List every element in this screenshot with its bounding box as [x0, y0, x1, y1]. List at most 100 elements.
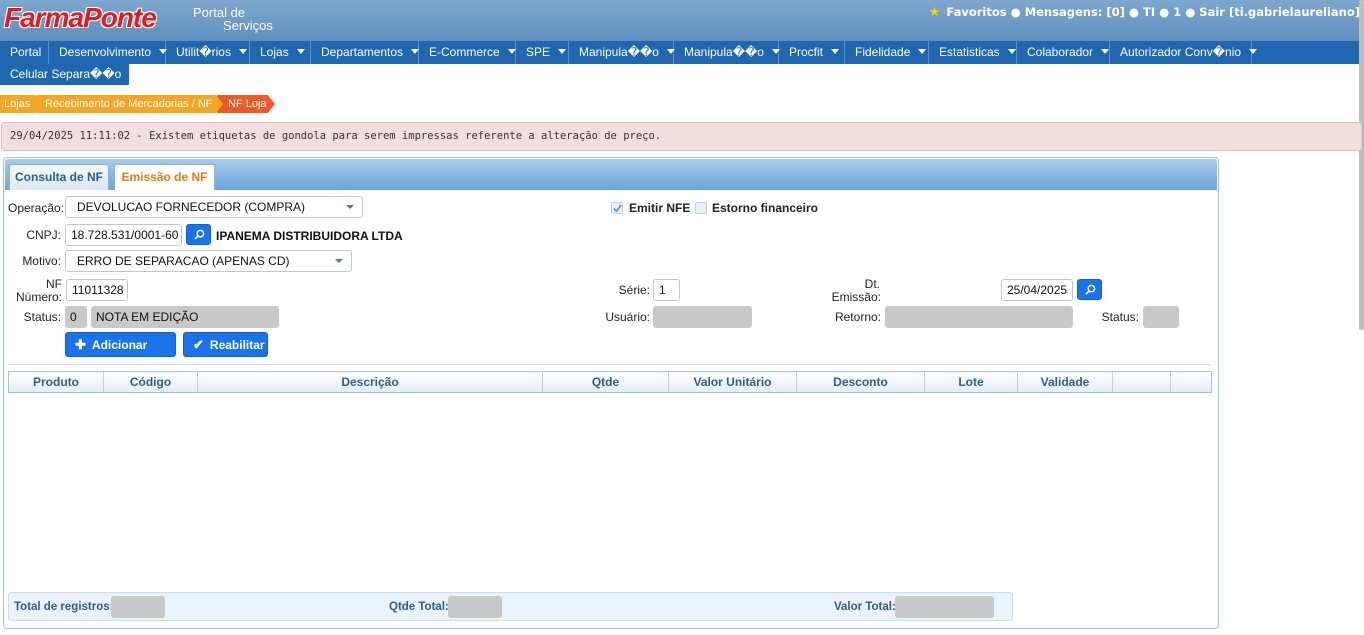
menu-label: Colaborador [1027, 45, 1094, 59]
menu-lojas[interactable]: Lojas [250, 41, 311, 64]
motivo-select[interactable]: ERRO DE SEPARACAO (APENAS CD) [65, 250, 352, 272]
menu-label: SPE [526, 45, 551, 59]
tab-consulta-nf[interactable]: Consulta de NF [9, 164, 109, 190]
menu-celular-separacao[interactable]: Celular Separa��o [0, 64, 138, 85]
operacao-value: DEVOLUCAO FORNECEDOR (COMPRA) [77, 200, 306, 214]
chevron-down-icon [296, 49, 305, 55]
cnpj-search-button[interactable] [186, 224, 211, 245]
menu-procfit[interactable]: Procfit [779, 41, 845, 64]
tab-emissao-nf[interactable]: Emissão de NF [114, 164, 215, 190]
menu-label: Fidelidade [855, 45, 911, 59]
col-descricao[interactable]: Descrição [198, 372, 543, 392]
chevron-down-icon [346, 205, 354, 209]
main-menu-row2: Celular Separa��o [0, 64, 138, 85]
menu-departamentos[interactable]: Departamentos [311, 41, 420, 64]
menu-utilitarios[interactable]: Utilit�rios [166, 41, 250, 64]
chevron-down-icon [1007, 49, 1016, 55]
qtde-total-label: Qtde Total: [389, 601, 449, 613]
col-extra-2[interactable] [1171, 372, 1211, 392]
col-validade[interactable]: Validade [1018, 372, 1113, 392]
col-desconto[interactable]: Desconto [797, 372, 925, 392]
cnpj-input[interactable]: 18.728.531/0001-60 [65, 224, 182, 246]
col-produto[interactable]: Produto [9, 372, 104, 392]
search-icon [1085, 284, 1096, 295]
farmaponte-logo[interactable]: FarmaPonte [4, 2, 157, 34]
sair-link[interactable]: Sair [ti.gabrielaureliano] [1199, 5, 1360, 19]
nf-label-line2: Número: [15, 290, 62, 304]
col-qtde[interactable]: Qtde [543, 372, 669, 392]
chevron-down-icon [238, 49, 247, 55]
reabilitar-button[interactable]: ✔ Reabilitar [183, 332, 268, 357]
dt-emissao-label: Dt. Emissão: [820, 278, 881, 304]
nf-numero-input[interactable]: 11011328 [66, 279, 128, 301]
estorno-financeiro-checkbox[interactable] [695, 202, 707, 214]
menu-manipulacao-2[interactable]: Manipula��o [674, 41, 780, 64]
serie-label: Série: [618, 283, 650, 297]
menu-manipulacao-1[interactable]: Manipula��o [569, 41, 675, 64]
chevron-down-icon [1249, 49, 1258, 55]
chevron-down-icon [558, 49, 567, 55]
menu-spe[interactable]: SPE [516, 41, 569, 64]
status-text: NOTA EM EDIÇÃO [91, 306, 279, 328]
cnpj-label: CNPJ: [26, 228, 61, 242]
chevron-down-icon [129, 71, 138, 77]
grid-footer: Total de registros: Qtde Total: Valor To… [8, 592, 1013, 621]
menu-label: E-Commerce [429, 45, 500, 59]
usuario-label: Usuário: [605, 310, 650, 324]
menu-label: Procfit [789, 45, 824, 59]
loja-number-link[interactable]: 1 [1173, 5, 1181, 19]
ti-link[interactable]: TI [1143, 5, 1155, 19]
operacao-select[interactable]: DEVOLUCAO FORNECEDOR (COMPRA) [65, 196, 363, 218]
portal-title-line2: Serviços [223, 18, 273, 33]
retorno-label: Retorno: [834, 310, 881, 324]
total-registros-value [111, 596, 165, 618]
status-label: Status: [23, 310, 61, 324]
dt-emissao-input[interactable]: 25/04/2025 [1001, 279, 1073, 301]
menu-desenvolvimento[interactable]: Desenvolvimento [49, 41, 168, 64]
top-links: ★ Favoritos ● Mensagens: [0] ● TI ● 1 ● … [929, 5, 1360, 20]
menu-label: Celular Separa��o [10, 67, 122, 81]
plus-icon: ✚ [75, 337, 86, 352]
col-lote[interactable]: Lote [925, 372, 1018, 392]
menu-label: Portal [10, 45, 42, 59]
col-codigo[interactable]: Código [104, 372, 198, 392]
alert-message: 29/04/2025 11:11:02 - Existem etiquetas … [1, 122, 1362, 151]
status2-field [1143, 306, 1179, 328]
menu-ecommerce[interactable]: E-Commerce [419, 41, 516, 64]
menu-autorizador-convenio[interactable]: Autorizador Conv�nio [1110, 41, 1258, 64]
menu-fidelidade[interactable]: Fidelidade [845, 41, 929, 64]
total-registros-label: Total de registros: [14, 601, 114, 613]
breadcrumb-recebimento[interactable]: Recebimento de Mercadorias / NF [37, 95, 223, 113]
status-code: 0 [65, 306, 87, 328]
dt-label-line1: Dt. [864, 277, 880, 291]
check-icon: ✔ [193, 337, 204, 352]
motivo-label: Motivo: [22, 254, 61, 268]
main-menu: Portal Desenvolvimento Utilit�rios Lojas… [0, 41, 1364, 64]
adicionar-item-button[interactable]: ✚ Adicionar Item [65, 332, 176, 375]
mensagens-link[interactable]: Mensagens: [0] [1025, 5, 1125, 19]
serie-input[interactable]: 1 [653, 279, 680, 301]
emitir-nfe-checkbox[interactable] [611, 202, 623, 214]
menu-colaborador[interactable]: Colaborador [1017, 41, 1110, 64]
separator-dot: ● [1159, 5, 1170, 19]
emitir-nfe-label: Emitir NFE [629, 201, 691, 215]
star-icon: ★ [928, 5, 941, 20]
valor-total-label: Valor Total: [834, 601, 896, 613]
menu-label: Manipula��o [579, 45, 659, 59]
fornecedor-name: IPANEMA DISTRIBUIDORA LTDA [216, 229, 403, 243]
chevron-down-icon [831, 49, 840, 55]
menu-label: Estatisticas [939, 45, 1000, 59]
menu-portal[interactable]: Portal [0, 41, 49, 64]
operacao-label: Operação: [8, 201, 65, 215]
menu-estatisticas[interactable]: Estatisticas [929, 41, 1017, 64]
favoritos-link[interactable]: Favoritos [946, 5, 1006, 19]
menu-label: Departamentos [321, 45, 404, 59]
tab-bar: Consulta de NF Emissão de NF [5, 159, 1217, 190]
page-scrollbar[interactable] [1359, 0, 1364, 330]
col-extra-1[interactable] [1113, 372, 1171, 392]
dt-emissao-button[interactable] [1077, 279, 1102, 300]
col-valor-unitario[interactable]: Valor Unitário [669, 372, 797, 392]
chevron-down-icon [507, 49, 516, 55]
retorno-field [885, 306, 1073, 328]
breadcrumb-lojas[interactable]: Lojas [0, 95, 43, 113]
